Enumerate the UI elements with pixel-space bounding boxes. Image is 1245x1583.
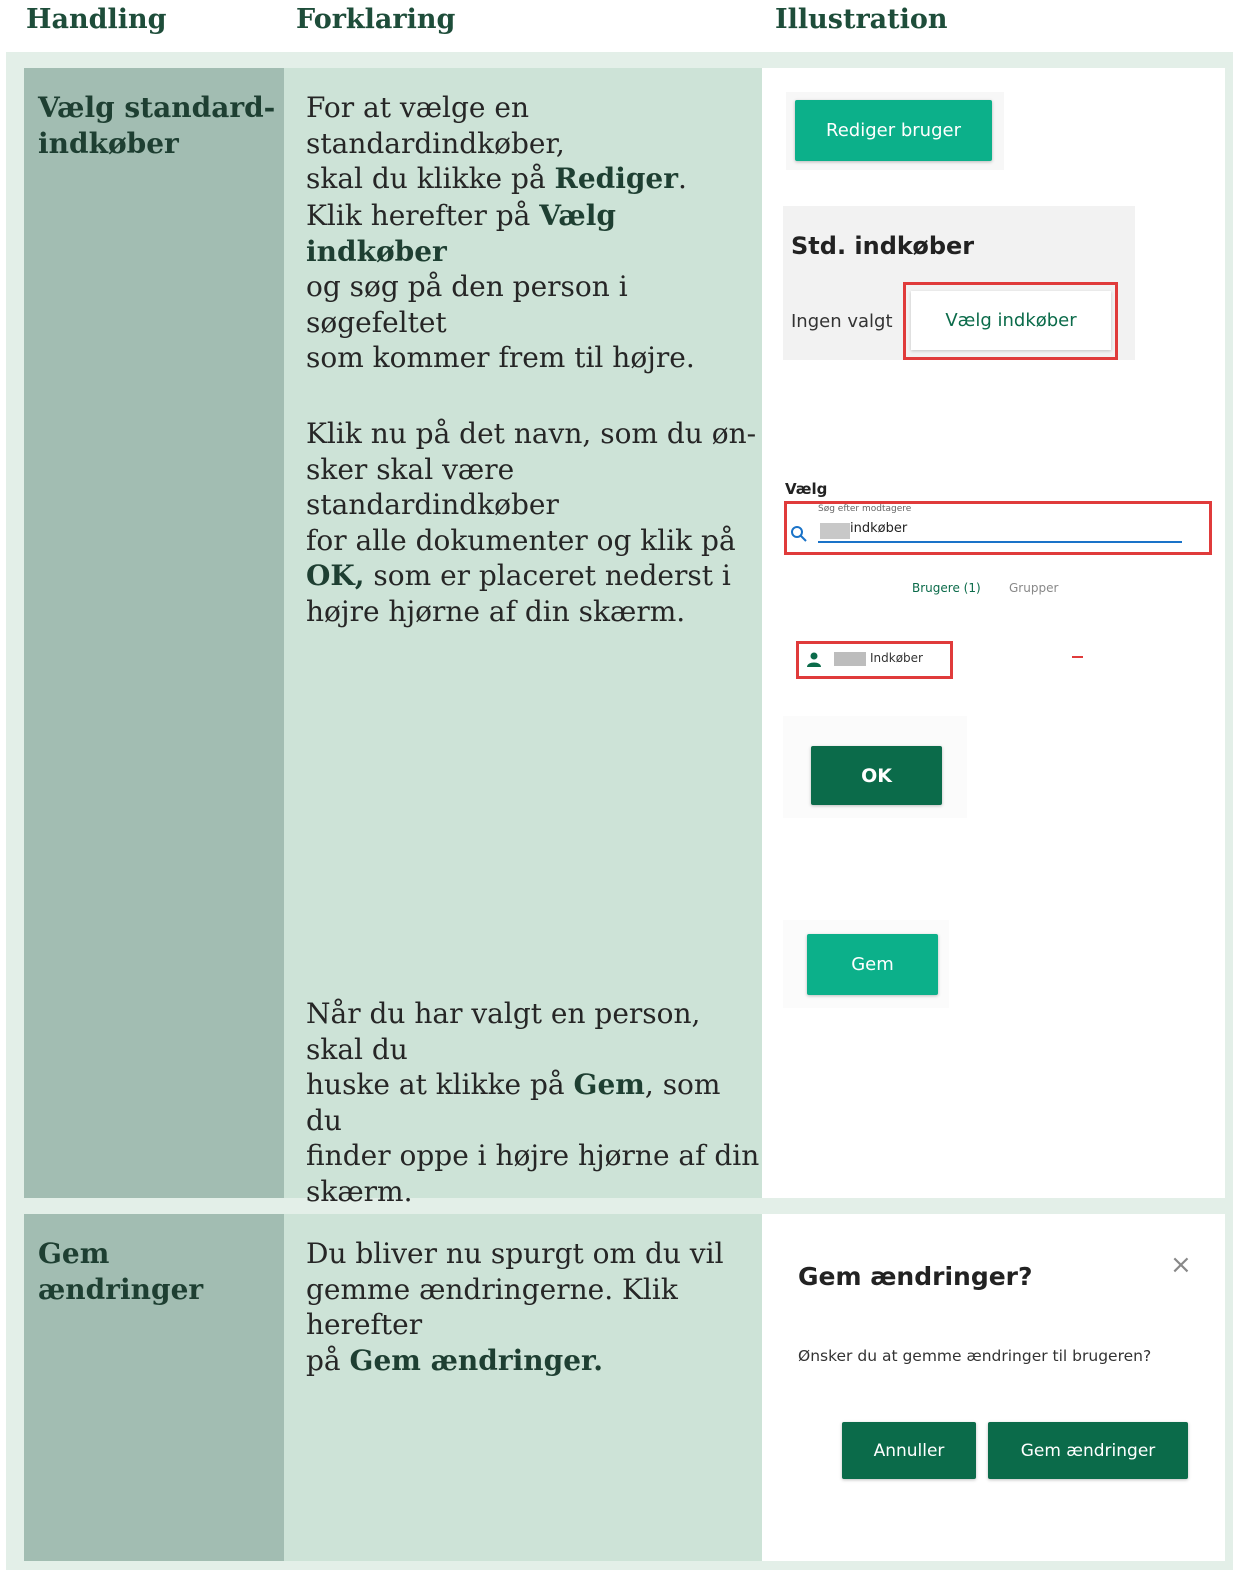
header-handling: Handling bbox=[26, 4, 167, 35]
dialog-title: Gem ændringer? bbox=[798, 1262, 1033, 1291]
ok-button[interactable]: OK bbox=[811, 746, 942, 805]
select-title: Vælg bbox=[785, 480, 828, 498]
step-edit-text: For at vælge en standardindkøber, skal d… bbox=[306, 91, 687, 195]
save-button[interactable]: Gem bbox=[807, 934, 938, 995]
user-highlight bbox=[796, 641, 953, 679]
std-buyer-title: Std. indkøber bbox=[791, 232, 975, 260]
tab-users[interactable]: Brugere (1) bbox=[912, 581, 981, 595]
header-illustration: Illustration bbox=[775, 4, 948, 35]
close-icon[interactable]: × bbox=[1170, 1250, 1192, 1280]
step-confirm-text: Du bliver nu spurgt om du vil gemme ændr… bbox=[306, 1237, 724, 1377]
header-forklaring: Forklaring bbox=[296, 4, 456, 35]
edit-user-button[interactable]: Rediger bruger bbox=[795, 100, 992, 161]
select-recipient-screenshot: Vælg Søg efter modtagere indkøber Bruger… bbox=[782, 463, 1212, 679]
ok-screenshot: OK bbox=[783, 716, 967, 818]
step-save-text: Når du har valgt en person, skal du husk… bbox=[306, 997, 760, 1208]
tab-groups[interactable]: Grupper bbox=[1009, 581, 1058, 595]
step-select-name-text: Klik nu på det navn, som du øn- sker ska… bbox=[306, 417, 757, 628]
step-choose-buyer-text: Klik herefter på Vælg indkøber og søg på… bbox=[306, 199, 695, 374]
dialog-message: Ønsker du at gemme ændringer til brugere… bbox=[798, 1347, 1152, 1365]
remove-marker bbox=[1072, 656, 1083, 658]
save-changes-button[interactable]: Gem ændringer bbox=[988, 1422, 1188, 1479]
confirm-dialog: Gem ændringer? × Ønsker du at gemme ændr… bbox=[784, 1234, 1212, 1502]
search-highlight bbox=[784, 501, 1212, 555]
row-2-action: Gem ændringer bbox=[38, 1237, 204, 1306]
choose-buyer-highlight bbox=[903, 282, 1118, 360]
save-screenshot: Gem bbox=[783, 920, 949, 1008]
no-buyer-label: Ingen valgt bbox=[791, 311, 893, 332]
cancel-button[interactable]: Annuller bbox=[842, 1422, 976, 1479]
std-buyer-screenshot: Std. indkøber Ingen valgt Vælg indkøber bbox=[783, 206, 1135, 360]
row-1-explanation-cell: For at vælge en standardindkøber, skal d… bbox=[284, 68, 762, 1208]
row-1-action-cell: Vælg standard- indkøber bbox=[24, 68, 284, 1198]
row-2-action-cell: Gem ændringer bbox=[24, 1214, 284, 1561]
row-2-illustration-cell: Gem ændringer? × Ønsker du at gemme ændr… bbox=[762, 1214, 1225, 1561]
row-2-explanation-cell: Du bliver nu spurgt om du vil gemme ændr… bbox=[284, 1214, 762, 1561]
row-1-illustration-cell: Rediger bruger Std. indkøber Ingen valgt… bbox=[762, 68, 1225, 1198]
row-1-action: Vælg standard- indkøber bbox=[38, 91, 276, 160]
edit-user-screenshot: Rediger bruger bbox=[786, 92, 1004, 170]
